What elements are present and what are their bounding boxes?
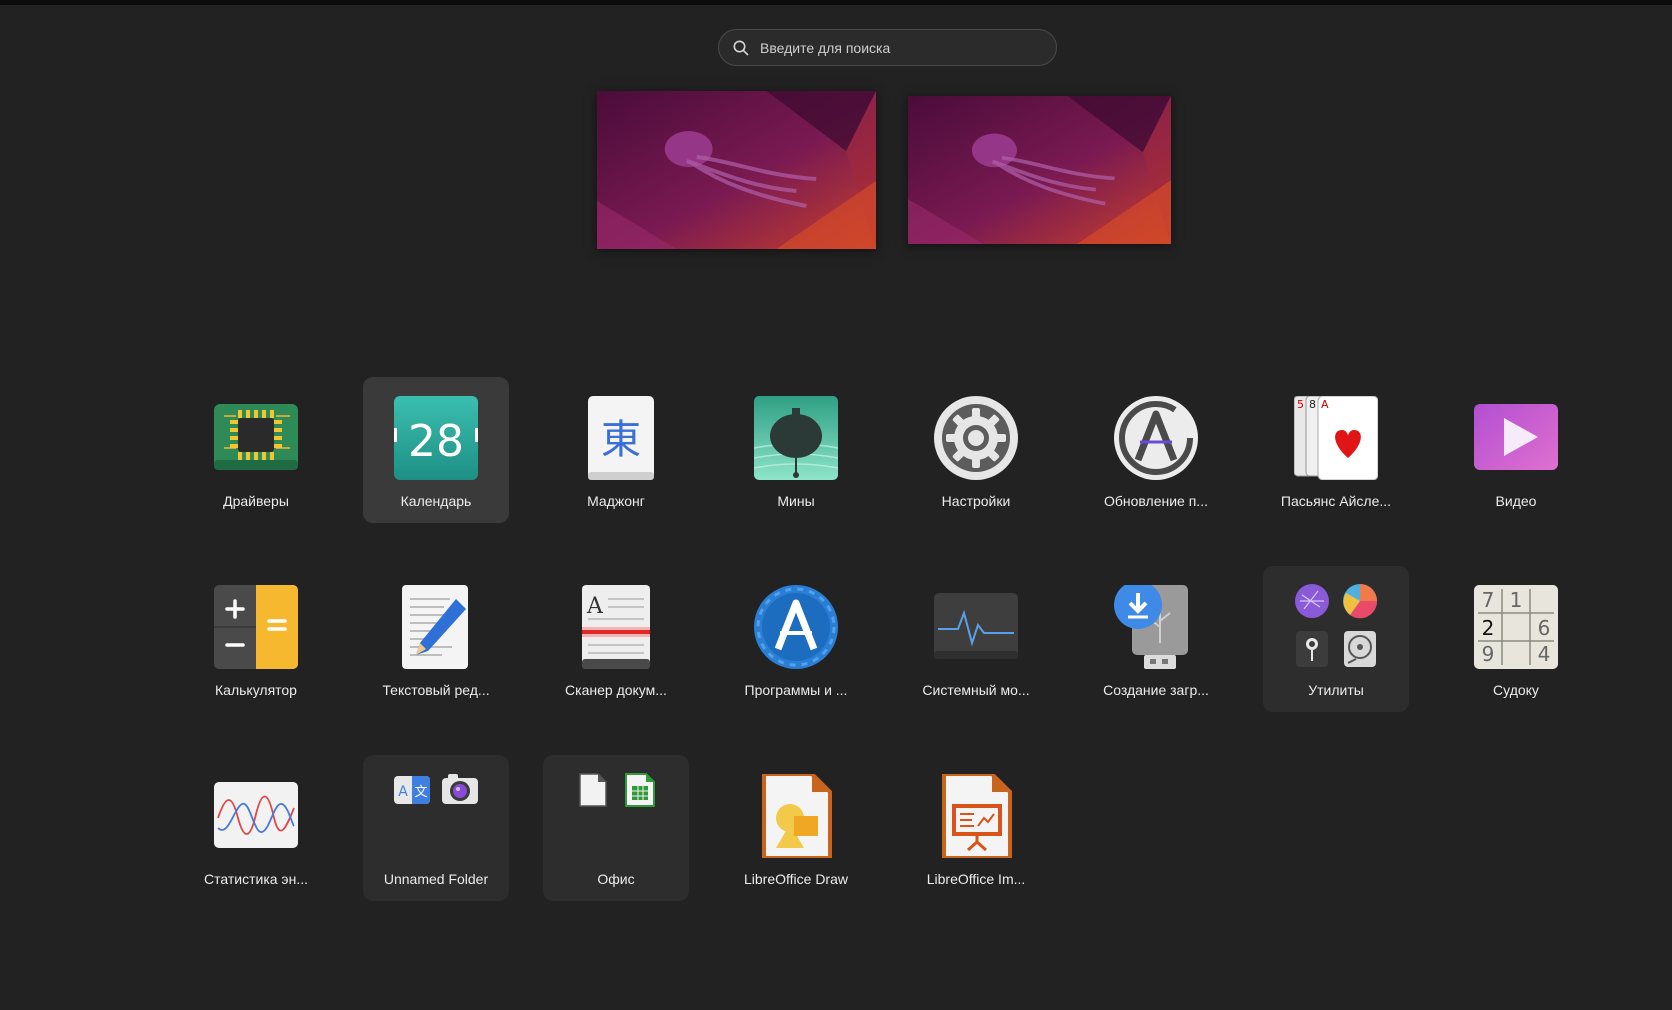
wallpaper-jellyfish-icon xyxy=(597,91,876,249)
app-label: Календарь xyxy=(400,493,472,509)
app-mines[interactable]: Мины xyxy=(723,377,869,523)
calendar-day: 28 xyxy=(408,416,464,467)
app-calculator[interactable]: Калькулятор xyxy=(183,566,329,712)
sudoku-digit: 7 xyxy=(1482,588,1495,612)
app-aisleriot[interactable]: 5 8 A Пасьянс Айсле... xyxy=(1263,377,1409,523)
scanner-glyph: A xyxy=(586,594,604,619)
mine-icon xyxy=(754,396,838,480)
app-software-update[interactable]: Обновление п... xyxy=(1083,377,1229,523)
card-rank: 5 xyxy=(1297,398,1304,411)
folder-unnamed[interactable]: A 文 Unnamed Folder xyxy=(363,755,509,901)
app-startup-disk-creator[interactable]: Создание загр... xyxy=(1083,566,1229,712)
playing-cards-icon: 5 8 A xyxy=(1294,396,1378,480)
app-label: Обновление п... xyxy=(1104,493,1208,509)
translate-icon: A 文 xyxy=(394,772,430,808)
sudoku-digit: 9 xyxy=(1482,642,1495,666)
app-label: Видео xyxy=(1495,493,1537,509)
translate-glyph: 文 xyxy=(414,785,427,800)
search-icon xyxy=(732,39,750,57)
app-label: Маджонг xyxy=(587,493,645,509)
text-editor-icon xyxy=(394,585,478,669)
app-label: Пасьянс Айсле... xyxy=(1280,493,1392,509)
app-libreoffice-draw[interactable]: LibreOffice Draw xyxy=(723,755,869,901)
app-document-scanner[interactable]: A Сканер докум... xyxy=(543,566,689,712)
app-label: Текстовый ред... xyxy=(382,682,490,698)
app-drivers[interactable]: Драйверы xyxy=(183,377,329,523)
power-statistics-icon xyxy=(214,774,298,858)
wallpaper-jellyfish-icon xyxy=(908,96,1171,244)
app-sudoku[interactable]: 7 1 2 6 9 4 Судоку xyxy=(1443,566,1589,712)
folder-label: Утилиты xyxy=(1308,682,1364,698)
translate-glyph: A xyxy=(398,784,408,800)
camera-icon xyxy=(442,772,478,808)
spreadsheet-icon xyxy=(622,772,658,808)
scanner-icon: A xyxy=(574,585,658,669)
search-bar[interactable]: Введите для поиска xyxy=(718,29,1057,66)
usb-download-icon xyxy=(1114,585,1198,669)
disk-usage-icon xyxy=(1342,583,1378,619)
app-system-monitor[interactable]: Системный мо... xyxy=(903,566,1049,712)
card-rank: A xyxy=(1321,398,1329,411)
card-rank: 8 xyxy=(1309,398,1316,411)
sudoku-icon: 7 1 2 6 9 4 xyxy=(1474,585,1558,669)
system-monitor-icon xyxy=(934,585,1018,669)
app-settings[interactable]: Настройки xyxy=(903,377,1049,523)
mahjong-tile-icon: 東 xyxy=(574,396,658,480)
workspace-thumbnail-2[interactable] xyxy=(908,96,1171,244)
calculator-icon xyxy=(214,585,298,669)
folder-label: Unnamed Folder xyxy=(383,871,489,887)
software-update-icon xyxy=(1114,396,1198,480)
app-text-editor[interactable]: Текстовый ред... xyxy=(363,566,509,712)
app-label: LibreOffice Im... xyxy=(926,871,1026,887)
search-placeholder[interactable]: Введите для поиска xyxy=(760,40,890,56)
sudoku-digit: 4 xyxy=(1538,642,1551,666)
sudoku-digit: 2 xyxy=(1482,616,1495,640)
app-label: Судоку xyxy=(1493,682,1539,698)
sudoku-digit: 1 xyxy=(1510,588,1523,612)
app-power-statistics[interactable]: Статистика эн... xyxy=(183,755,329,901)
sudoku-digit: 6 xyxy=(1538,616,1551,640)
mahjong-glyph: 東 xyxy=(601,417,641,463)
workspace-thumbnail-1[interactable] xyxy=(597,91,876,249)
app-label: Системный мо... xyxy=(922,682,1030,698)
folder-utilities[interactable]: Утилиты xyxy=(1263,566,1409,712)
folder-label: Офис xyxy=(597,871,635,887)
app-software-store[interactable]: Программы и ... xyxy=(723,566,869,712)
app-label: Драйверы xyxy=(223,493,289,509)
app-label: LibreOffice Draw xyxy=(743,871,848,887)
app-mahjong[interactable]: 東 Маджонг xyxy=(543,377,689,523)
top-bar xyxy=(0,0,1672,5)
app-calendar[interactable]: 28 Календарь xyxy=(363,377,509,523)
app-label: Мины xyxy=(777,493,815,509)
libreoffice-draw-icon xyxy=(754,774,838,858)
software-store-icon xyxy=(754,585,838,669)
app-libreoffice-impress[interactable]: LibreOffice Im... xyxy=(903,755,1049,901)
app-label: Настройки xyxy=(941,493,1011,509)
app-label: Сканер докум... xyxy=(565,682,667,698)
libreoffice-impress-icon xyxy=(934,774,1018,858)
disks-icon xyxy=(1342,631,1378,667)
network-icon xyxy=(1294,583,1330,619)
calendar-icon: 28 xyxy=(394,396,478,480)
app-label: Создание загр... xyxy=(1103,682,1209,698)
logs-icon xyxy=(1294,631,1330,667)
app-label: Программы и ... xyxy=(744,682,848,698)
chip-icon xyxy=(214,396,298,480)
app-label: Статистика эн... xyxy=(204,871,308,887)
document-icon xyxy=(574,772,610,808)
gear-icon xyxy=(934,396,1018,480)
app-label: Калькулятор xyxy=(215,682,297,698)
folder-office[interactable]: Офис xyxy=(543,755,689,901)
video-play-icon xyxy=(1474,396,1558,480)
app-videos[interactable]: Видео xyxy=(1443,377,1589,523)
